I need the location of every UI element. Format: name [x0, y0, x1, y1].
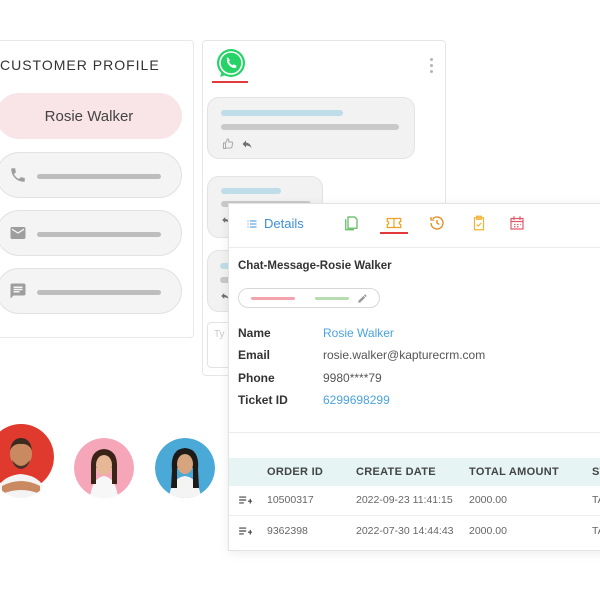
add-to-list-icon[interactable] [238, 494, 252, 506]
phone-field[interactable] [0, 152, 182, 198]
status-cell: TA [592, 494, 600, 506]
list-icon [247, 220, 257, 227]
agent-avatar-woman-2 [155, 438, 215, 498]
phone-label: Phone [238, 371, 275, 385]
active-tab-underline [380, 232, 408, 234]
col-create-date: CREATE DATE [356, 466, 436, 478]
message-bubble [207, 97, 415, 159]
kebab-menu-icon[interactable] [430, 58, 433, 76]
copy-icon[interactable] [342, 214, 360, 232]
name-label: Name [238, 326, 271, 340]
order-id-cell: 10500317 [267, 494, 314, 506]
message-field[interactable] [0, 268, 182, 314]
section-divider [229, 432, 600, 433]
ticket-title: Chat-Message-Rosie Walker [238, 260, 392, 272]
create-date-cell: 2022-07-30 14:44:43 [356, 525, 454, 537]
calendar-icon[interactable] [508, 214, 526, 232]
profile-title: CUSTOMER PROFILE [0, 57, 160, 73]
tab-details-label: Details [264, 216, 304, 231]
col-order-id: ORDER ID [267, 466, 324, 478]
history-icon[interactable] [428, 214, 446, 232]
email-value: rosie.walker@kapturecrm.com [323, 348, 486, 362]
add-to-list-icon[interactable] [238, 525, 252, 537]
clipboard-icon[interactable] [470, 214, 488, 232]
name-value[interactable]: Rosie Walker [323, 326, 394, 340]
email-field[interactable] [0, 210, 182, 256]
tab-details[interactable]: Details [246, 216, 304, 231]
tag-editor[interactable] [238, 288, 380, 308]
ticket-id-value[interactable]: 6299698299 [323, 393, 390, 407]
email-label: Email [238, 348, 271, 362]
reply-icon[interactable] [241, 138, 253, 150]
ticket-icon[interactable] [385, 214, 403, 232]
ticket-id-label: Ticket ID [238, 393, 288, 407]
create-date-cell: 2022-09-23 11:41:15 [356, 494, 453, 506]
pencil-icon[interactable] [357, 293, 368, 304]
whatsapp-icon[interactable] [214, 47, 248, 81]
message-placeholder-bar [37, 290, 161, 295]
row-divider [229, 515, 600, 516]
like-icon[interactable] [222, 138, 234, 150]
col-total-amount: TOTAL AMOUNT [469, 466, 559, 478]
order-id-cell: 9362398 [267, 525, 308, 537]
agent-avatar-woman-1 [74, 438, 134, 498]
phone-value: 9980****79 [323, 371, 382, 385]
active-channel-underline [212, 81, 248, 83]
total-amount-cell: 2000.00 [469, 525, 507, 537]
mail-icon [10, 227, 26, 239]
email-placeholder-bar [37, 232, 161, 237]
customer-name-pill: Rosie Walker [0, 93, 182, 139]
message-input-placeholder: Ty [214, 329, 225, 340]
status-cell: TA [592, 525, 600, 537]
phone-placeholder-bar [37, 174, 161, 179]
phone-icon [11, 168, 25, 182]
col-status: ST [592, 466, 600, 478]
message-icon [10, 283, 26, 299]
customer-name: Rosie Walker [44, 107, 134, 125]
total-amount-cell: 2000.00 [469, 494, 507, 506]
agent-avatar-man [0, 424, 54, 498]
